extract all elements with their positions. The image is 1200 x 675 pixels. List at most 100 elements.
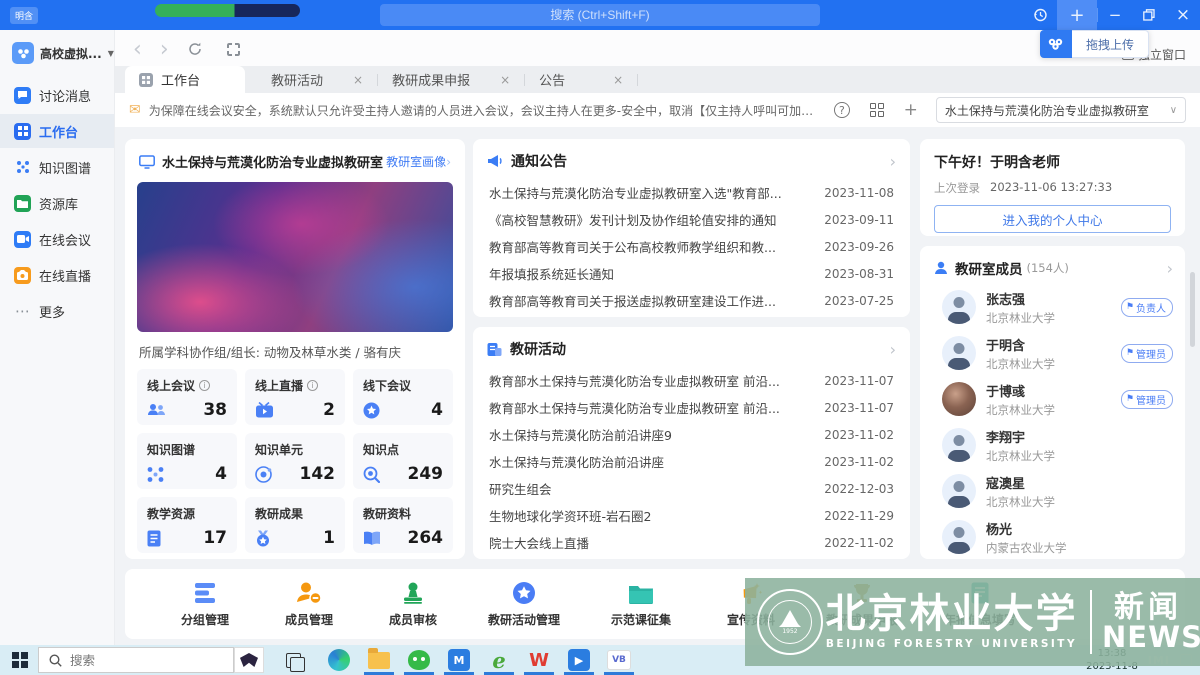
close-tab-icon[interactable]: × <box>353 73 363 87</box>
chevron-right-icon[interactable]: › <box>1167 259 1173 278</box>
browser-toolbar: ‹ › <box>115 30 1200 68</box>
action-group-management[interactable]: 分组管理 <box>153 580 257 628</box>
sidebar-item-meetings[interactable]: 在线会议 <box>0 222 114 256</box>
task-view-icon[interactable] <box>286 653 301 668</box>
help-icon[interactable]: ? <box>834 102 850 118</box>
history-icon[interactable] <box>1023 0 1057 30</box>
stat-knowledge-units[interactable]: 知识单元 142 <box>245 433 345 489</box>
stat-live-streams[interactable]: 线上直播i 2 <box>245 369 345 425</box>
scrollbar-thumb[interactable] <box>1190 272 1195 347</box>
meeting-users-icon <box>147 402 167 418</box>
workbench-tab-icon <box>139 73 153 87</box>
activity-row[interactable]: 生物地球化学资环班-岩石圈22022-11-29 <box>473 502 910 529</box>
profile-center-button[interactable]: 进入我的个人中心 <box>934 205 1171 233</box>
back-icon[interactable]: ‹ <box>133 37 142 62</box>
member-row[interactable]: 张志强北京林业大学 ⚑负责人 <box>920 284 1185 330</box>
close-tab-icon[interactable]: × <box>613 73 623 87</box>
minimize-button[interactable]: − <box>1098 0 1132 30</box>
action-member-review[interactable]: 成员审核 <box>361 580 465 628</box>
stat-knowledge-graphs[interactable]: 知识图谱 4 <box>137 433 237 489</box>
news-label-en: NEWS <box>1102 623 1194 652</box>
tab-workbench[interactable]: 工作台 <box>125 66 245 93</box>
taskbar-app-edge[interactable] <box>319 645 359 675</box>
drag-upload-popover[interactable]: 拖拽上传 <box>1040 30 1149 58</box>
member-row[interactable]: 杨光内蒙古农业大学 <box>920 514 1185 559</box>
forward-icon[interactable]: › <box>160 37 169 62</box>
add-room-icon[interactable]: + <box>904 100 918 120</box>
folder-icon <box>628 580 654 606</box>
member-row[interactable]: 于明含北京林业大学 ⚑管理员 <box>920 330 1185 376</box>
taskbar-app-launcher[interactable]: ▶ <box>559 645 599 675</box>
activity-row[interactable]: 教育部水土保持与荒漠化防治专业虚拟教研室 前沿...2023-11-07 <box>473 367 910 394</box>
activity-row[interactable]: 院士大会线上直播2022-11-02 <box>473 529 910 556</box>
stat-research-materials[interactable]: 教研资料 264 <box>353 497 453 553</box>
chevron-right-icon[interactable]: › <box>890 340 896 359</box>
room-selector-value: 水土保持与荒漠化防治专业虚拟教研室 <box>945 102 1149 119</box>
refresh-icon[interactable] <box>187 41 203 57</box>
member-row[interactable]: 寇澳星北京林业大学 <box>920 468 1185 514</box>
taskbar-app-wechat[interactable] <box>399 645 439 675</box>
pinned-app-reader-icon[interactable] <box>234 647 264 673</box>
sidebar-item-messages[interactable]: 讨论消息 <box>0 78 114 112</box>
sidebar-item-more[interactable]: ⋯ 更多 <box>0 294 114 328</box>
new-tab-button[interactable]: + <box>1057 0 1097 30</box>
action-demo-course[interactable]: 示范课征集 <box>583 580 699 628</box>
activity-row[interactable]: 水土保持与荒漠化防治前沿讲座2023-11-02 <box>473 448 910 475</box>
notice-row[interactable]: 教育部高等教育司关于报送虚拟教研室建设工作进...2023-07-25 <box>473 287 910 314</box>
taskbar-search-input[interactable] <box>70 653 190 668</box>
close-tab-icon[interactable]: × <box>500 73 510 87</box>
activity-row[interactable]: 院士大会线上直播2022-11-02 <box>473 556 910 559</box>
taskbar-app-explorer[interactable] <box>359 645 399 675</box>
meeting-app-icon: M <box>448 649 470 671</box>
taskbar-search[interactable] <box>38 647 234 673</box>
tab-announcements[interactable]: 公告 × <box>525 66 637 93</box>
taskbar-app-wps[interactable]: W <box>519 645 559 675</box>
tab-activities[interactable]: 教研活动 × <box>257 66 377 93</box>
room-selector-dropdown[interactable]: 水土保持与荒漠化防治专业虚拟教研室 ∨ <box>936 97 1186 123</box>
sidebar-item-live[interactable]: 在线直播 <box>0 258 114 292</box>
folder-icon <box>14 195 31 212</box>
app-user-badge: 明含 <box>10 7 38 24</box>
taskbar-app-vb[interactable]: VB <box>599 645 639 675</box>
stat-knowledge-points[interactable]: 知识点 249 <box>353 433 453 489</box>
action-member-management[interactable]: 成员管理 <box>257 580 361 628</box>
more-icon: ⋯ <box>14 302 31 320</box>
chevron-right-icon[interactable]: › <box>890 152 896 171</box>
activity-row[interactable]: 研究生组会2022-12-03 <box>473 475 910 502</box>
global-search-input[interactable] <box>380 4 820 26</box>
notice-row[interactable]: 年报填报系统延长通知2023-08-31 <box>473 260 910 287</box>
activity-row[interactable]: 教育部水土保持与荒漠化防治专业虚拟教研室 前沿...2023-11-07 <box>473 394 910 421</box>
stat-offline-meetings[interactable]: 线下会议 4 <box>353 369 453 425</box>
close-button[interactable]: × <box>1166 0 1200 30</box>
tab-achievements[interactable]: 教研成果申报 × <box>378 66 524 93</box>
avatar <box>942 290 976 324</box>
taskbar-app-ie[interactable]: e <box>479 645 519 675</box>
stat-online-meetings[interactable]: 线上会议i 38 <box>137 369 237 425</box>
restore-button[interactable] <box>1132 0 1166 30</box>
notices-card: 通知公告 › 水土保持与荒漠化防治专业虚拟教研室入选"教育部...2023-11… <box>473 139 910 317</box>
sidebar-item-resources[interactable]: 资源库 <box>0 186 114 220</box>
sidebar-item-knowledge-graph[interactable]: 知识图谱 <box>0 150 114 184</box>
member-row[interactable]: 于博彧北京林业大学 ⚑管理员 <box>920 376 1185 422</box>
member-row[interactable]: 李翔宇北京林业大学 <box>920 422 1185 468</box>
sidebar-item-workbench[interactable]: 工作台 <box>0 114 114 148</box>
stat-research-achievements[interactable]: 教研成果 1 <box>245 497 345 553</box>
workspace-selector[interactable]: 高校虚拟... ▼ <box>0 30 114 76</box>
room-portrait-link[interactable]: 教研室画像› <box>386 153 451 170</box>
notice-row[interactable]: 《高校智慧教研》发刊计划及协作组轮值安排的通知2023-09-11 <box>473 206 910 233</box>
activity-row[interactable]: 水土保持与荒漠化防治前沿讲座92023-11-02 <box>473 421 910 448</box>
start-button-icon[interactable] <box>12 652 28 668</box>
notice-row[interactable]: 水土保持与荒漠化防治专业虚拟教研室入选"教育部...2023-11-08 <box>473 179 910 206</box>
action-activity-management[interactable]: 教研活动管理 <box>465 580 583 628</box>
role-badge: ⚑管理员 <box>1121 344 1173 363</box>
tab-label: 工作台 <box>161 70 200 89</box>
notice-row[interactable]: 教育部高等教育司关于公布高校教师教学组织和教...2023-09-26 <box>473 233 910 260</box>
layout-grid-icon[interactable] <box>870 103 884 117</box>
taskbar-app-meeting[interactable]: M <box>439 645 479 675</box>
stat-teaching-resources[interactable]: 教学资源 17 <box>137 497 237 553</box>
workspace-icon <box>12 42 34 64</box>
graph-icon <box>14 159 31 176</box>
fullscreen-icon[interactable] <box>227 43 240 56</box>
university-name-en: BEIJING FORESTRY UNIVERSITY <box>823 638 1080 650</box>
medal-icon <box>255 530 271 547</box>
